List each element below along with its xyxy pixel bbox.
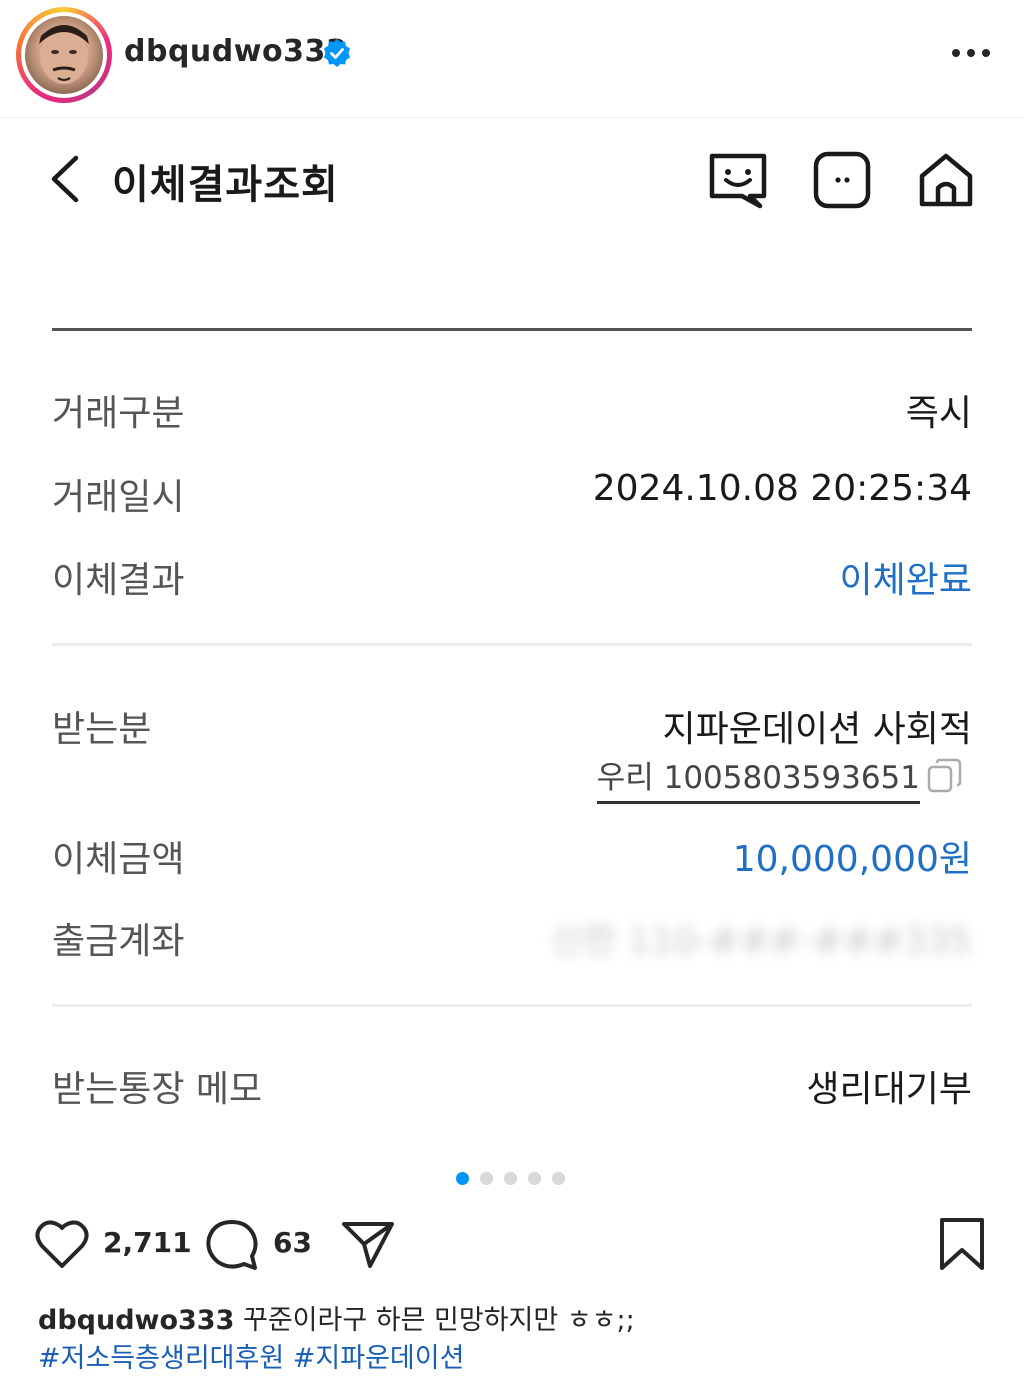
withdrawal-account-value-blurred: 신한 110-###-###335	[549, 921, 972, 962]
transfer-result-value: 이체완료	[839, 560, 972, 601]
bank-nav-bar: 이체결과조회	[0, 118, 1024, 248]
caption-text: 꾸준이라구 하믄 민망하지만 ㅎㅎ;;	[242, 1305, 635, 1336]
transfer-amount-value: 10,000,000원	[732, 839, 972, 880]
carousel-dot[interactable]	[456, 1172, 469, 1185]
carousel-dot[interactable]	[552, 1172, 565, 1185]
avatar	[25, 16, 103, 94]
caption-username[interactable]: dbqudwo333	[38, 1305, 234, 1336]
post-username[interactable]: dbqudwo333	[124, 34, 347, 69]
recipient-account[interactable]: 우리 1005803593651	[596, 752, 920, 804]
carousel-dot[interactable]	[480, 1172, 493, 1185]
section-divider	[52, 643, 972, 646]
page-title: 이체결과조회	[112, 162, 339, 208]
bookmark-icon[interactable]	[934, 1216, 990, 1272]
recipient-memo-label: 받는통장 메모	[52, 1069, 263, 1110]
carousel-dot[interactable]	[504, 1172, 517, 1185]
post-header: dbqudwo333	[0, 0, 1024, 118]
section-divider	[52, 1004, 972, 1007]
recipient-name: 지파운데이션 사회적	[662, 709, 972, 750]
transaction-datetime-label: 거래일시	[52, 477, 185, 518]
menu-icon[interactable]	[810, 148, 874, 212]
recipient-label: 받는분	[52, 709, 152, 750]
avatar-story-ring[interactable]	[16, 7, 112, 103]
withdrawal-account-label: 출금계좌	[52, 921, 185, 962]
heart-icon[interactable]	[34, 1216, 90, 1272]
transfer-amount-label: 이체금액	[52, 839, 185, 880]
recipient-memo-value: 생리대기부	[806, 1069, 972, 1110]
carousel-indicator	[456, 1172, 576, 1186]
caption-hashtags: #저소득층생리대후원 #지파운데이션	[38, 1336, 464, 1375]
share-icon[interactable]	[340, 1216, 396, 1272]
comments-count[interactable]: 63	[273, 1226, 312, 1259]
chatbot-icon[interactable]	[706, 148, 770, 212]
transaction-type-value: 즉시	[905, 393, 972, 434]
home-icon[interactable]	[914, 148, 978, 212]
copy-icon[interactable]	[926, 758, 964, 794]
carousel-dot[interactable]	[528, 1172, 541, 1185]
comment-icon[interactable]	[204, 1216, 260, 1272]
section-divider	[52, 328, 972, 331]
back-chevron-icon[interactable]	[44, 152, 88, 206]
more-options-icon[interactable]	[948, 36, 994, 70]
hashtag[interactable]: #저소득층생리대후원	[38, 1343, 284, 1374]
verified-badge-icon	[324, 39, 350, 67]
transaction-type-label: 거래구분	[52, 393, 185, 434]
post-caption: dbqudwo333 꾸준이라구 하믄 민망하지만 ㅎㅎ;;	[38, 1298, 635, 1337]
likes-count[interactable]: 2,711	[103, 1226, 192, 1259]
transfer-result-label: 이체결과	[52, 560, 185, 601]
transaction-datetime-value: 2024.10.08 20:25:34	[592, 468, 972, 509]
hashtag[interactable]: #지파운데이션	[293, 1343, 465, 1374]
